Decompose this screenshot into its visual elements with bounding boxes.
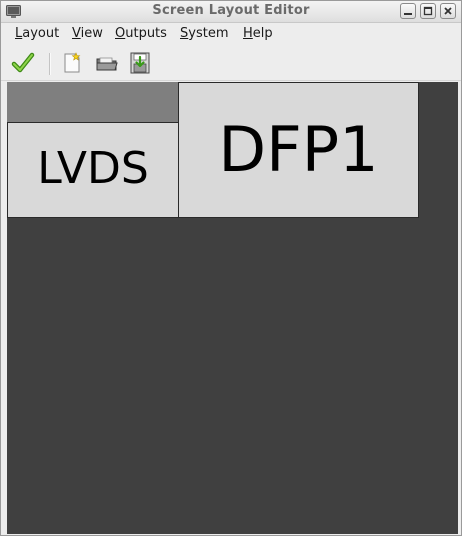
title-bar[interactable]: Screen Layout Editor [1,1,461,23]
menu-help[interactable]: Help [243,26,273,41]
new-layout-icon [64,52,81,73]
open-layout-button[interactable] [95,51,119,75]
toolbar-separator [49,53,51,75]
new-layout-button[interactable] [60,51,84,75]
menu-layout[interactable]: Layout [15,26,59,41]
menu-view-mnemonic: V [72,26,81,41]
screen-dfp1-label: DFP1 [218,113,379,186]
layout-canvas[interactable]: LVDS DFP1 [7,82,458,534]
screen-lvds-label: LVDS [37,143,149,194]
open-layout-icon [96,57,118,71]
apply-button[interactable] [11,51,35,75]
menu-outputs-mnemonic: O [115,26,126,41]
toolbar [1,46,461,81]
screen-lvds-shadow [7,82,178,122]
maximize-button[interactable] [420,3,436,19]
save-layout-icon [130,52,150,74]
menu-bar: Layout View Outputs System Help [1,23,461,45]
menu-layout-label: ayout [22,26,60,41]
maximize-icon [423,6,433,16]
menu-outputs-label: utputs [125,26,167,41]
menu-view[interactable]: View [72,26,103,41]
screen-layout-editor-window: Screen Layout Editor Layout View Outputs… [0,0,462,536]
menu-system-label: ystem [188,26,229,41]
save-layout-button[interactable] [128,51,152,75]
minimize-button[interactable] [400,3,416,19]
menu-system[interactable]: System [180,26,229,41]
minimize-icon [404,13,412,15]
menu-outputs[interactable]: Outputs [115,26,167,41]
close-button[interactable] [440,3,456,19]
close-icon [444,7,452,15]
menu-help-mnemonic: H [243,26,253,41]
screen-dfp1[interactable]: DFP1 [178,82,419,218]
menu-help-label: elp [252,26,273,41]
menu-view-label: iew [80,26,103,41]
screen-lvds[interactable]: LVDS [7,122,179,218]
window-title: Screen Layout Editor [152,3,310,18]
apply-icon [11,52,35,73]
